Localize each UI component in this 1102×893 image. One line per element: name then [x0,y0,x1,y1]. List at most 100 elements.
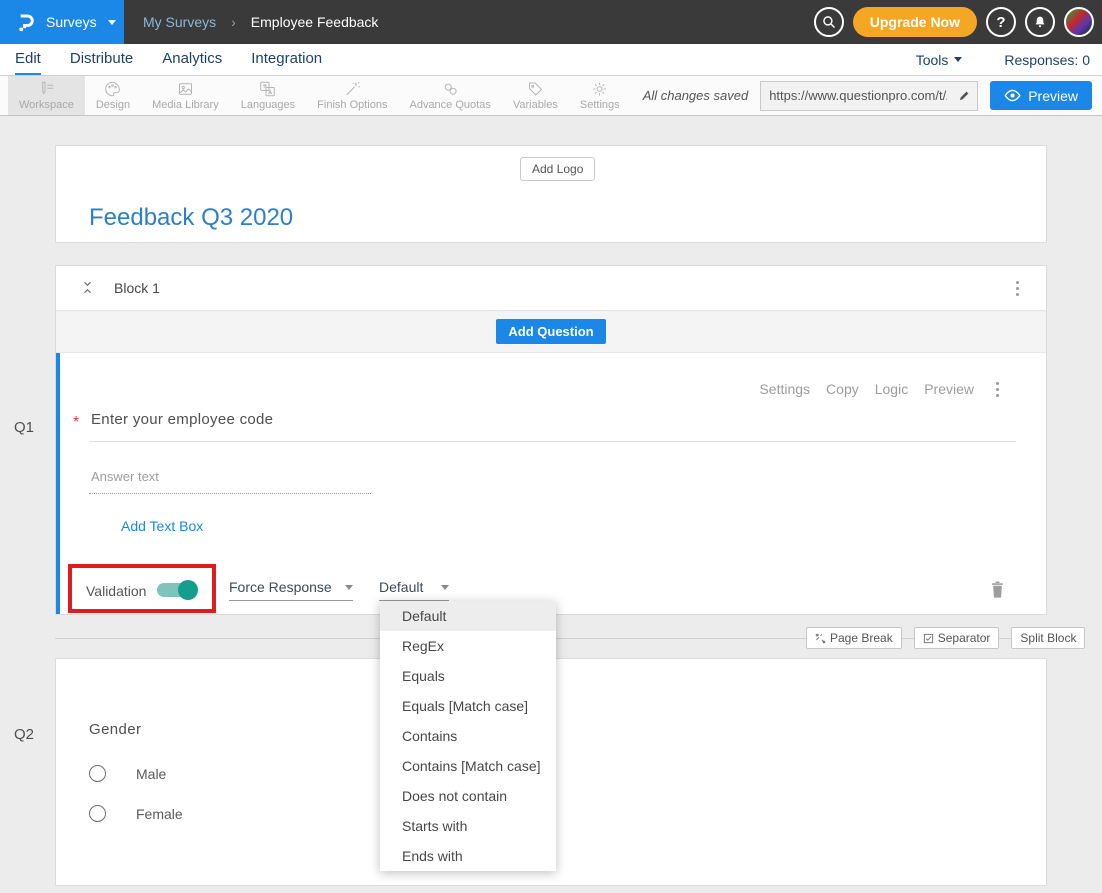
toolbar-item-workspace[interactable]: Workspace [8,76,85,115]
product-name: Surveys [46,14,97,30]
menu-option-regex[interactable]: RegEx [380,631,556,661]
split-block-label: Split Block [1020,631,1076,645]
survey-header-card: Add Logo Feedback Q3 2020 [55,145,1047,243]
validation-type-menu: Default RegEx Equals Equals [Match case]… [380,601,556,871]
product-switcher[interactable]: Surveys [0,0,124,44]
translate-icon [258,80,277,98]
toolbar-label: Design [96,99,130,111]
save-status: All changes saved [643,88,749,103]
tag-icon [526,80,545,98]
toolbar-item-media-library[interactable]: Media Library [141,76,230,115]
tab-distribute[interactable]: Distribute [70,44,133,75]
question-logic-action[interactable]: Logic [875,381,908,397]
toolbar-item-languages[interactable]: Languages [230,76,306,115]
gear-icon [590,80,609,98]
toolbar-label: Finish Options [317,99,387,111]
menu-option-ends-with[interactable]: Ends with [380,841,556,871]
validation-type-dropdown[interactable]: Default [379,579,449,601]
question-underline [89,441,1016,442]
question-copy-action[interactable]: Copy [826,381,859,397]
toolbar-label: Workspace [19,99,74,111]
help-button[interactable]: ? [986,7,1016,37]
user-avatar[interactable] [1064,7,1094,37]
survey-title[interactable]: Feedback Q3 2020 [89,204,293,232]
add-question-button[interactable]: Add Question [496,319,605,344]
caret-down-icon [954,57,962,62]
workspace-icon [37,80,56,98]
add-text-box-link[interactable]: Add Text Box [121,518,203,534]
radio-male[interactable] [89,765,106,782]
tab-edit[interactable]: Edit [15,44,41,75]
toolbar-item-design[interactable]: Design [85,76,141,115]
add-logo-button[interactable]: Add Logo [520,157,595,181]
menu-option-contains-match-case[interactable]: Contains [Match case] [380,751,556,781]
validation-type-value: Default [379,579,423,595]
separator-button[interactable]: Separator [914,627,1000,649]
menu-option-contains[interactable]: Contains [380,721,556,751]
toolbar-label: Settings [580,99,620,111]
chain-links-icon [441,80,460,98]
menu-option-default[interactable]: Default [380,601,556,631]
menu-option-starts-with[interactable]: Starts with [380,811,556,841]
tools-menu[interactable]: Tools [916,52,963,68]
menu-option-equals-match-case[interactable]: Equals [Match case] [380,691,556,721]
answer-text-placeholder[interactable]: Answer text [91,469,159,484]
validation-label: Validation [86,583,146,599]
survey-url-box [760,81,978,111]
preview-button[interactable]: Preview [990,81,1092,110]
question-settings-action[interactable]: Settings [759,381,810,397]
toolbar-item-advance-quotas[interactable]: Advance Quotas [398,76,501,115]
collapse-icon [80,279,95,296]
caret-down-icon [441,585,449,590]
menu-option-equals[interactable]: Equals [380,661,556,691]
toolbar-item-settings[interactable]: Settings [569,76,631,115]
radio-male-label[interactable]: Male [136,766,166,782]
notifications-button[interactable] [1025,7,1055,37]
tab-analytics[interactable]: Analytics [162,44,222,75]
radio-female[interactable] [89,805,106,822]
toolbar-item-finish-options[interactable]: Finish Options [306,76,398,115]
force-response-dropdown[interactable]: Force Response [229,579,353,601]
block-1-container: Block 1 Add Question Settings Copy Logic… [55,265,1047,615]
breadcrumb-my-surveys[interactable]: My Surveys [143,14,216,30]
separator-label: Separator [938,631,991,645]
delete-question-button[interactable] [990,580,1005,604]
magic-wand-icon [343,80,362,98]
question-actions: Settings Copy Logic Preview [759,380,1004,398]
question-preview-action[interactable]: Preview [924,381,974,397]
question-menu-button[interactable] [990,380,1004,398]
split-block-button[interactable]: Split Block [1011,627,1085,649]
questionpro-survey-editor: Surveys My Surveys › Employee Feedback U… [0,0,1102,893]
edit-url-button[interactable] [951,82,977,110]
header-actions: Upgrade Now ? [814,7,1094,37]
block-menu-button[interactable] [1010,279,1024,297]
caret-down-icon [345,585,353,590]
question-1-number: Q1 [14,419,34,436]
page-break-button[interactable]: Page Break [806,627,902,649]
question-2-text[interactable]: Gender [89,721,141,738]
main-tabbar: Edit Distribute Analytics Integration To… [0,44,1102,76]
page-break-icon [815,633,826,644]
block-name[interactable]: Block 1 [114,280,160,296]
bell-icon [1032,14,1048,30]
toolbar-item-variables[interactable]: Variables [502,76,569,115]
collapse-block-button[interactable] [80,279,95,301]
menu-option-does-not-contain[interactable]: Does not contain [380,781,556,811]
survey-url-input[interactable] [761,88,951,103]
checkbox-icon [923,633,934,644]
preview-label: Preview [1028,88,1078,104]
answer-option-row: Male [89,765,166,782]
trash-icon [990,580,1005,599]
question-1-text[interactable]: Enter your employee code [91,411,273,428]
search-button[interactable] [814,7,844,37]
upgrade-now-button[interactable]: Upgrade Now [853,7,977,37]
radio-female-label[interactable]: Female [136,806,183,822]
responses-count: Responses: 0 [1004,52,1090,68]
tab-integration[interactable]: Integration [251,44,322,75]
tabbar-right: Tools Responses: 0 [916,44,1090,75]
caret-down-icon [108,20,116,25]
breadcrumb-separator: › [231,14,236,30]
palette-icon [103,80,122,98]
validation-toggle[interactable] [157,583,196,597]
question-1-card: Settings Copy Logic Preview * Enter your… [56,353,1046,614]
